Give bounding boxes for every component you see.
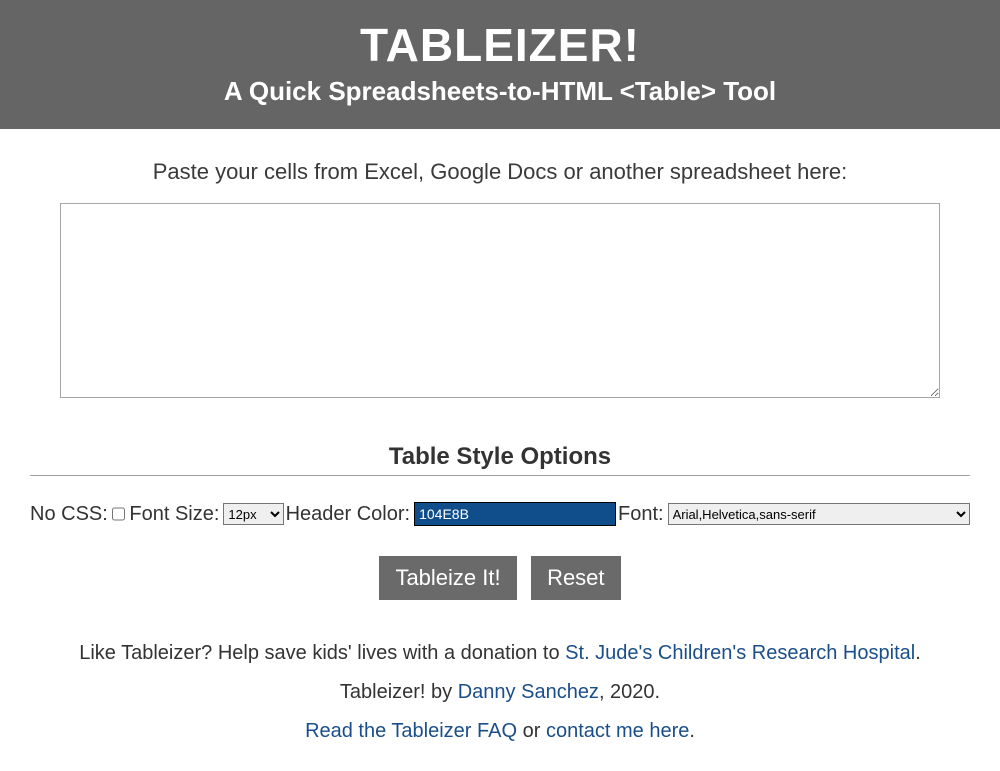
font-label: Font:	[618, 503, 664, 526]
contact-link[interactable]: contact me here	[546, 720, 689, 742]
options-heading: Table Style Options	[20, 443, 980, 471]
paste-prompt: Paste your cells from Excel, Google Docs…	[20, 159, 980, 185]
cells-textarea[interactable]	[60, 203, 940, 398]
period2: .	[689, 720, 695, 742]
author-link[interactable]: Danny Sanchez	[458, 681, 599, 703]
font-size-label: Font Size:	[129, 503, 219, 526]
main-container: Paste your cells from Excel, Google Docs…	[0, 129, 1000, 771]
app-subtitle: A Quick Spreadsheets-to-HTML <Table> Too…	[0, 76, 1000, 107]
options-row: No CSS: Font Size: 12px Header Color: Fo…	[20, 502, 980, 526]
faq-link[interactable]: Read the Tableizer FAQ	[305, 720, 517, 742]
options-divider	[30, 475, 970, 476]
period: .	[915, 642, 921, 664]
font-size-select[interactable]: 12px	[223, 503, 283, 525]
button-row: Tableize It! Reset	[20, 556, 980, 600]
or-text: or	[517, 720, 546, 742]
header-color-input[interactable]	[414, 502, 616, 526]
no-css-label: No CSS:	[30, 503, 108, 526]
app-header: TABLEIZER! A Quick Spreadsheets-to-HTML …	[0, 0, 1000, 129]
no-css-checkbox[interactable]	[112, 507, 126, 521]
app-title: TABLEIZER!	[0, 18, 1000, 72]
stjude-link[interactable]: St. Jude's Children's Research Hospital	[565, 642, 915, 664]
header-color-label: Header Color:	[286, 503, 411, 526]
tableize-button[interactable]: Tableize It!	[379, 556, 516, 600]
byline-prefix: Tableizer! by	[340, 681, 458, 703]
footer: Like Tableizer? Help save kids' lives wi…	[20, 634, 980, 751]
reset-button[interactable]: Reset	[531, 556, 620, 600]
font-select[interactable]: Arial,Helvetica,sans-serif	[668, 503, 970, 525]
donation-text: Like Tableizer? Help save kids' lives wi…	[79, 642, 565, 664]
byline-suffix: , 2020.	[599, 681, 660, 703]
